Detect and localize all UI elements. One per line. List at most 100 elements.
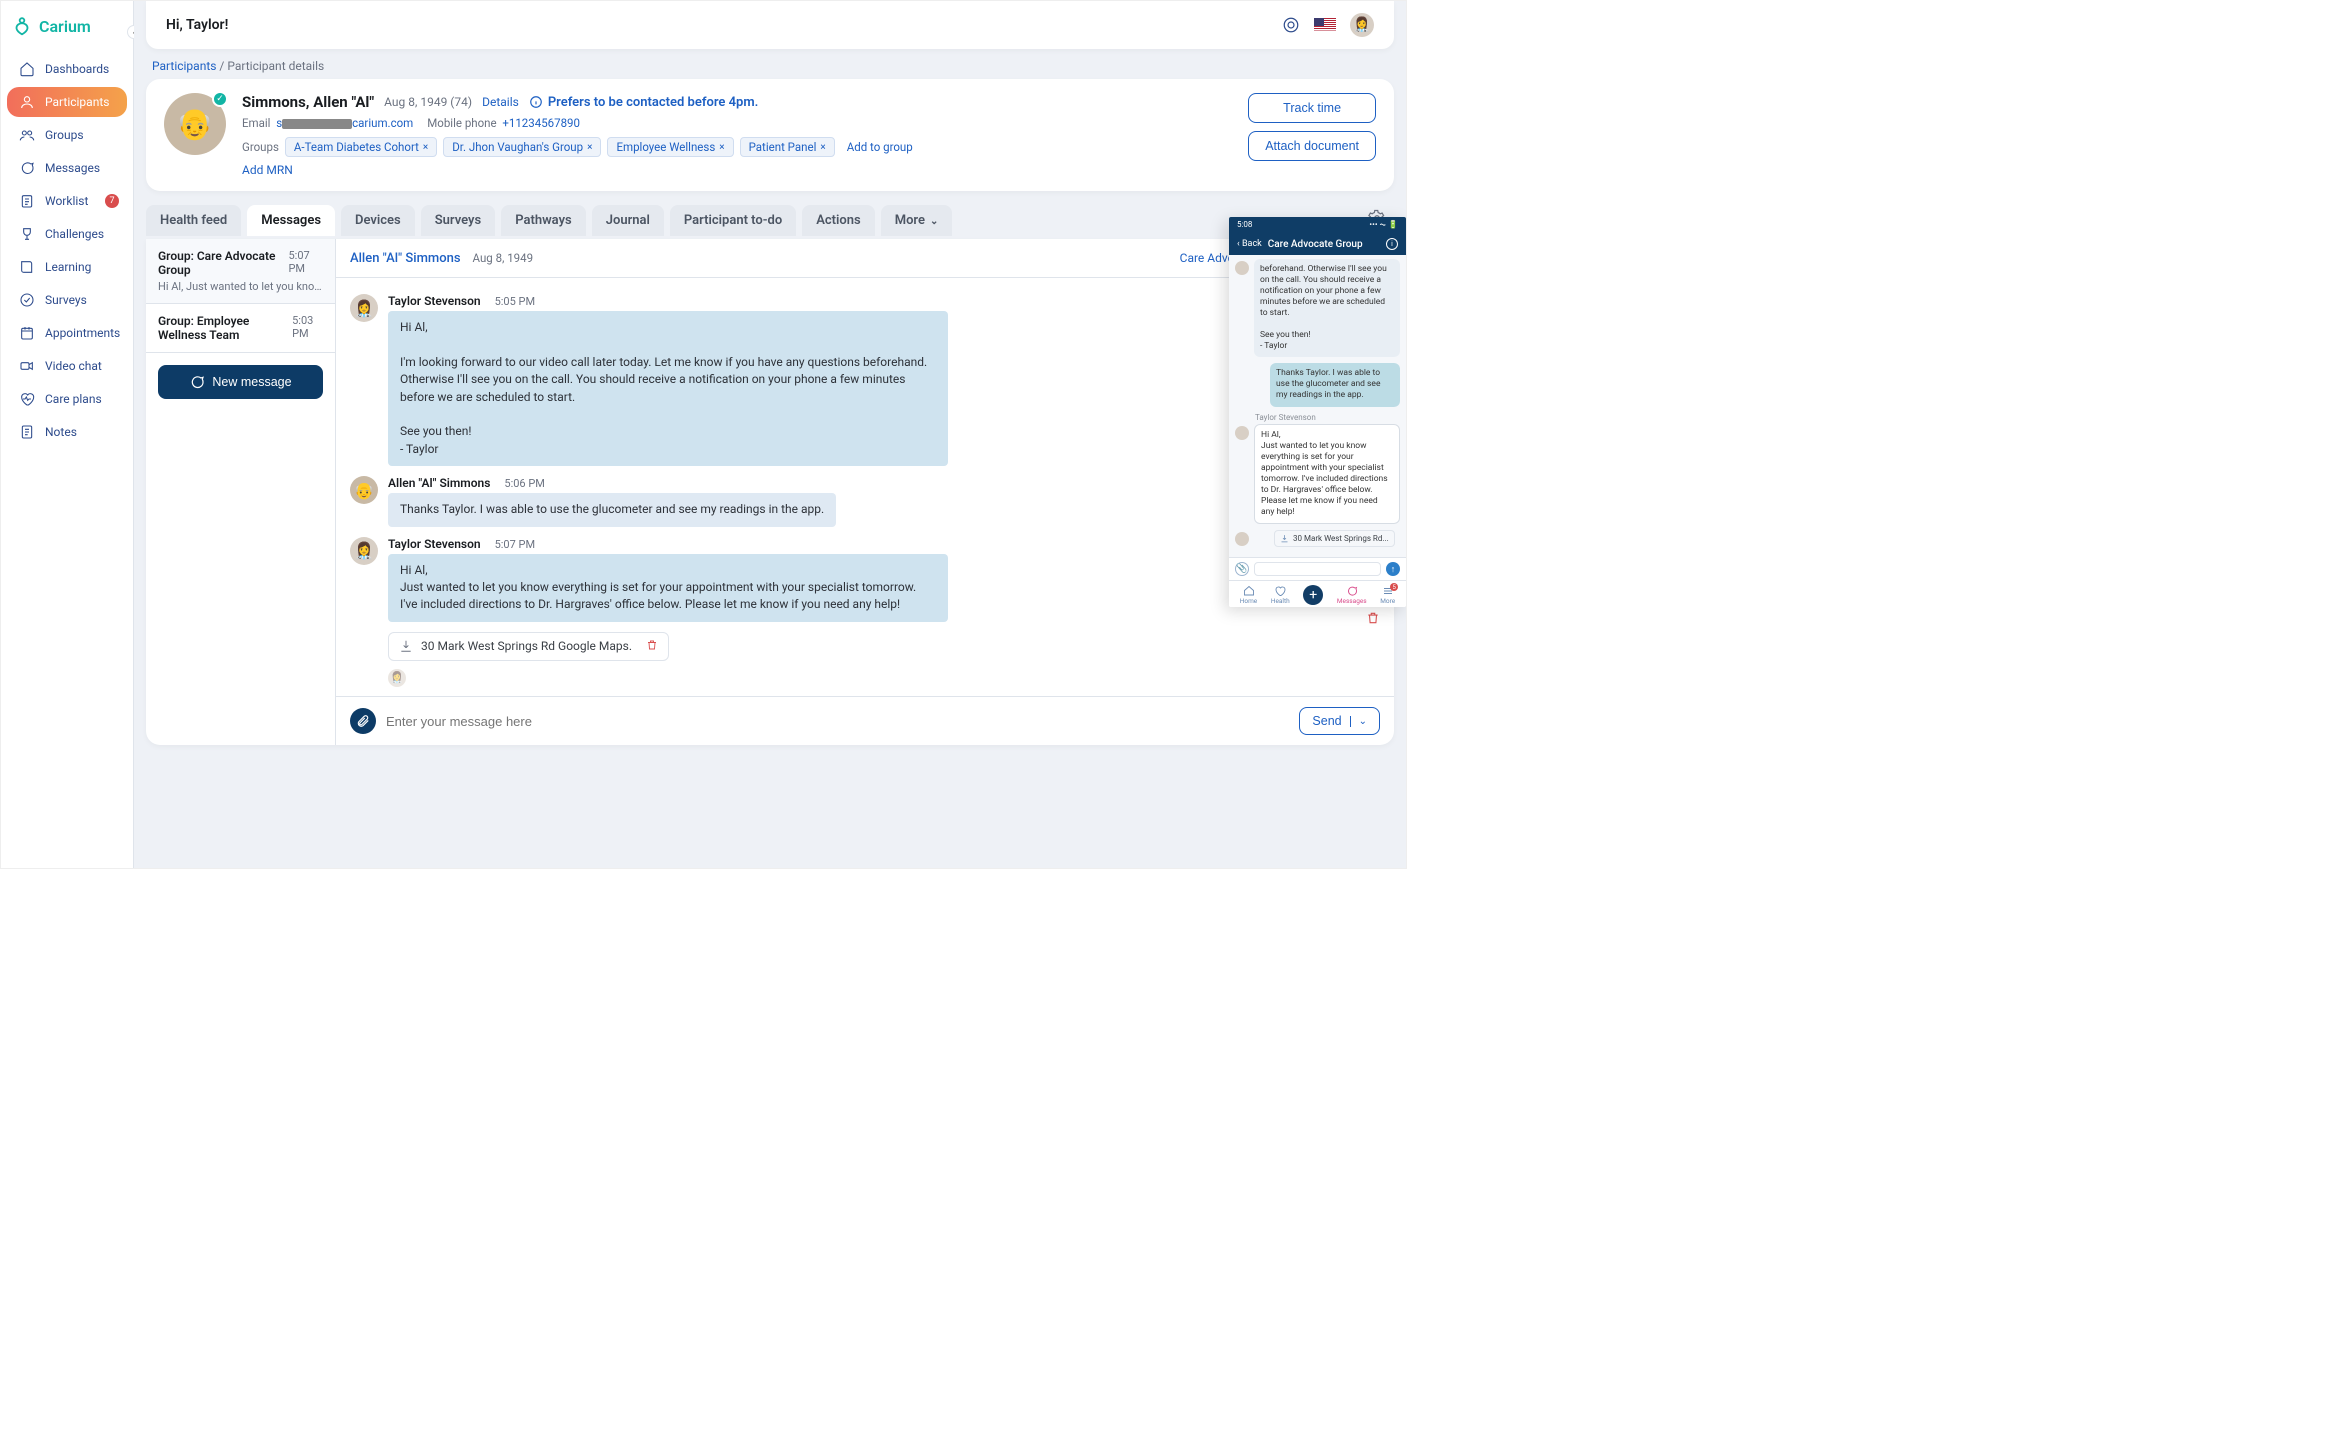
thread-item[interactable]: Group: Care Advocate Group5:07 PM Hi Al,…	[146, 239, 335, 304]
patient-phone: +11234567890	[502, 116, 580, 130]
tab-devices[interactable]: Devices	[341, 205, 415, 236]
add-to-group-link[interactable]: Add to group	[847, 140, 913, 154]
patient-photo[interactable]: 👴✓	[164, 93, 226, 155]
sidebar-item-videochat[interactable]: Video chat	[7, 351, 127, 381]
group-chip[interactable]: Employee Wellness×	[607, 137, 733, 157]
mobile-message-body[interactable]: beforehand. Otherwise I'll see you on th…	[1229, 255, 1406, 557]
download-icon	[1280, 534, 1289, 543]
sidebar-item-appointments[interactable]: Appointments	[7, 318, 127, 348]
attach-document-button[interactable]: Attach document	[1248, 131, 1376, 161]
message-bubble: Hi Al, I'm looking forward to our video …	[388, 311, 948, 466]
message-composer: Send⌄	[336, 696, 1394, 745]
patient-card: 👴✓ Simmons, Allen "Al" Aug 8, 1949 (74) …	[146, 79, 1394, 191]
nav-label: Surveys	[45, 293, 87, 307]
mobile-avatar	[1235, 426, 1249, 440]
sidebar-item-messages[interactable]: Messages	[7, 153, 127, 183]
nav-label: Notes	[45, 425, 77, 439]
tab-participant-todo[interactable]: Participant to-do	[670, 205, 796, 236]
delete-message-icon[interactable]	[1366, 611, 1380, 628]
tab-more[interactable]: More⌄	[881, 205, 953, 236]
mobile-bubble: beforehand. Otherwise I'll see you on th…	[1254, 259, 1400, 357]
tab-row: Health feed Messages Devices Surveys Pat…	[134, 191, 1406, 239]
chevron-down-icon: ⌄	[930, 216, 938, 227]
locale-flag-icon[interactable]	[1314, 18, 1336, 32]
tab-journal[interactable]: Journal	[592, 205, 664, 236]
sidebar-item-participants[interactable]: Participants	[7, 87, 127, 117]
sidebar-item-notes[interactable]: Notes	[7, 417, 127, 447]
mobile-avatar	[1235, 261, 1249, 275]
home-icon	[19, 61, 35, 77]
message: 👩‍⚕️ Taylor Stevenson5:07 PM Hi Al, Just…	[350, 537, 1380, 622]
mobile-attachment[interactable]: 30 Mark West Springs Rd...	[1274, 530, 1395, 547]
mobile-bubble: Hi Al, Just wanted to let you know every…	[1254, 424, 1400, 524]
remove-chip-icon[interactable]: ×	[719, 142, 724, 153]
chevron-down-icon[interactable]: ⌄	[1350, 716, 1367, 727]
book-icon	[19, 259, 35, 275]
message-input[interactable]	[386, 708, 1289, 735]
mobile-nav-messages[interactable]: Messages	[1337, 585, 1367, 605]
message-attachment[interactable]: 30 Mark West Springs Rd Google Maps.	[388, 632, 669, 661]
mobile-title: Care Advocate Group	[1268, 239, 1380, 250]
group-chip[interactable]: Dr. Jhon Vaughan's Group×	[443, 137, 601, 157]
breadcrumb: Participants / Participant details	[134, 49, 1406, 79]
mobile-nav-more[interactable]: 5More	[1380, 585, 1395, 605]
delete-attachment-icon[interactable]	[646, 639, 658, 654]
mobile-info-icon[interactable]: i	[1386, 238, 1398, 250]
new-message-button[interactable]: New message	[158, 365, 323, 399]
mobile-back-button[interactable]: ‹ Back	[1237, 239, 1262, 249]
attach-button[interactable]	[350, 708, 376, 734]
patient-dob: Aug 8, 1949 (74)	[384, 95, 472, 109]
mobile-send-button[interactable]: ↑	[1386, 562, 1400, 576]
user-avatar[interactable]: 👩‍⚕️	[1350, 13, 1374, 37]
sidebar-item-learning[interactable]: Learning	[7, 252, 127, 282]
sidebar-item-surveys[interactable]: Surveys	[7, 285, 127, 315]
nav-label: Learning	[45, 260, 91, 274]
brand[interactable]: Carium	[1, 9, 133, 51]
breadcrumb-current: Participant details	[227, 59, 324, 73]
tab-messages[interactable]: Messages	[247, 205, 335, 236]
nav-label: Appointments	[45, 326, 120, 340]
tab-surveys[interactable]: Surveys	[421, 205, 495, 236]
remove-chip-icon[interactable]: ×	[820, 142, 825, 153]
sidebar-item-dashboards[interactable]: Dashboards	[7, 54, 127, 84]
note-icon	[19, 424, 35, 440]
mobile-attach-button[interactable]: 📎	[1235, 562, 1249, 576]
sidebar-item-challenges[interactable]: Challenges	[7, 219, 127, 249]
nav-label: Messages	[45, 161, 100, 175]
mobile-avatar	[1235, 532, 1249, 546]
users-icon	[19, 127, 35, 143]
mobile-nav-home[interactable]: Home	[1240, 585, 1258, 605]
mobile-nav: Home Health + Messages 5More	[1229, 580, 1406, 607]
details-link[interactable]: Details	[482, 95, 519, 109]
home-icon	[1243, 585, 1255, 597]
group-chip[interactable]: A-Team Diabetes Cohort×	[285, 137, 437, 157]
sidebar-item-groups[interactable]: Groups	[7, 120, 127, 150]
tab-health-feed[interactable]: Health feed	[146, 205, 241, 236]
help-icon[interactable]	[1282, 16, 1300, 34]
info-icon	[529, 95, 543, 109]
mobile-nav-health[interactable]: Health	[1271, 585, 1290, 605]
thread-item[interactable]: Group: Employee Wellness Team5:03 PM	[146, 304, 335, 353]
track-time-button[interactable]: Track time	[1248, 93, 1376, 123]
main-area: Hi, Taylor! 👩‍⚕️ Participants / Particip…	[134, 1, 1406, 868]
heart-pulse-icon	[19, 391, 35, 407]
sidebar-item-careplans[interactable]: Care plans	[7, 384, 127, 414]
remove-chip-icon[interactable]: ×	[587, 142, 592, 153]
contact-preference: Prefers to be contacted before 4pm.	[529, 95, 759, 110]
conversation-name[interactable]: Allen "Al" Simmons	[350, 251, 461, 266]
add-mrn-link[interactable]: Add MRN	[242, 163, 1232, 177]
group-chip[interactable]: Patient Panel×	[740, 137, 835, 157]
message: 👴 Allen "Al" Simmons5:06 PM Thanks Taylo…	[350, 476, 1380, 526]
message-bubble: Hi Al, Just wanted to let you know every…	[388, 554, 948, 622]
calendar-icon	[19, 325, 35, 341]
mobile-input[interactable]	[1254, 562, 1381, 576]
remove-chip-icon[interactable]: ×	[423, 142, 428, 153]
sidebar-item-worklist[interactable]: Worklist7	[7, 186, 127, 216]
breadcrumb-parent[interactable]: Participants	[152, 59, 216, 73]
topbar: Hi, Taylor! 👩‍⚕️	[146, 1, 1394, 49]
tab-pathways[interactable]: Pathways	[501, 205, 586, 236]
thread-list: Group: Care Advocate Group5:07 PM Hi Al,…	[146, 239, 336, 745]
tab-actions[interactable]: Actions	[802, 205, 875, 236]
mobile-fab-button[interactable]: +	[1303, 585, 1323, 605]
send-button[interactable]: Send⌄	[1299, 707, 1380, 735]
